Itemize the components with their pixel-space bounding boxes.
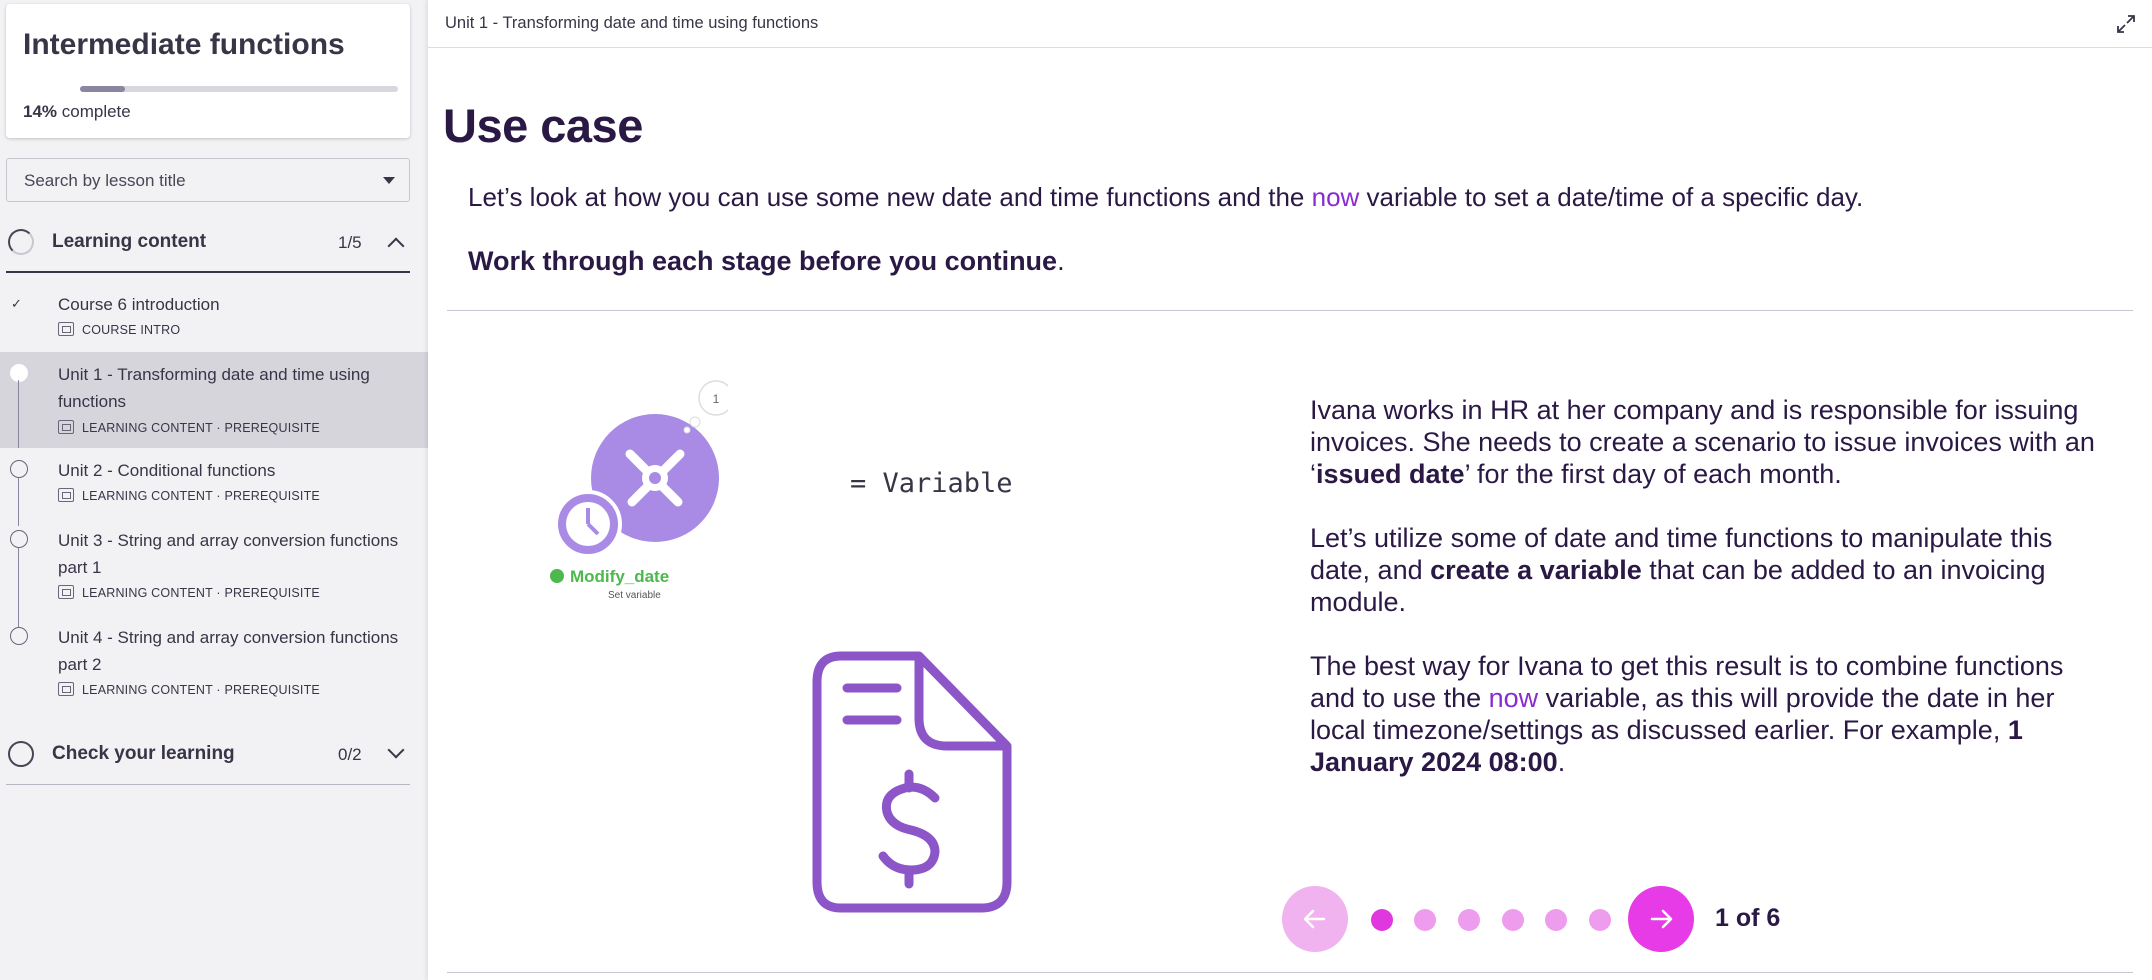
lesson-meta: LEARNING CONTENT · PREREQUISITE: [58, 682, 320, 697]
checkmark-icon: ✓: [11, 296, 22, 311]
course-title: Intermediate functions: [23, 28, 345, 61]
lesson-meta-text: LEARNING CONTENT · PREREQUISITE: [82, 421, 320, 435]
lesson-title: Unit 3 - String and array conversion fun…: [58, 531, 399, 577]
slide-pager: 1 of 6: [1282, 886, 1842, 952]
module-badge: 1: [713, 392, 720, 406]
section-learning-content[interactable]: Learning content 1/5: [6, 216, 410, 268]
code-now: now: [1488, 683, 1539, 713]
module-name: Modify_date: [570, 567, 669, 586]
progress-ring-icon: [8, 229, 34, 255]
page-counter: 1 of 6: [1715, 904, 1781, 932]
instruction-text: Work through each stage before you conti…: [468, 246, 1065, 277]
lesson-meta-text: LEARNING CONTENT · PREREQUISITE: [82, 489, 320, 503]
section-divider: [6, 271, 410, 273]
lesson-item-course-intro[interactable]: ✓ Course 6 introduction COURSE INTRO: [0, 288, 428, 348]
lesson-content-panel: Unit 1 - Transforming date and time usin…: [428, 0, 2152, 980]
intro-text-b: variable to set a date/time of a specifi…: [1359, 182, 1864, 212]
section-check-your-learning[interactable]: Check your learning 0/2: [6, 728, 410, 780]
chevron-up-icon[interactable]: [387, 237, 405, 255]
lesson-meta: LEARNING CONTENT · PREREQUISITE: [58, 420, 320, 435]
arrow-right-icon: [1650, 909, 1673, 929]
progress-suffix: complete: [57, 102, 131, 121]
lesson-title: Unit 2 - Conditional functions: [58, 461, 276, 480]
expand-icon[interactable]: [2116, 14, 2136, 34]
code-now: now: [1311, 182, 1360, 212]
lesson-meta-text: LEARNING CONTENT · PREREQUISITE: [82, 586, 320, 600]
pager-dot[interactable]: [1458, 909, 1480, 931]
progress-text: 14% complete: [23, 102, 131, 122]
paragraph-1: Ivana works in HR at her company and is …: [1310, 394, 2110, 490]
lesson-meta: COURSE INTRO: [58, 322, 180, 337]
p2-bold: create a variable: [1430, 555, 1642, 585]
intro-text-a: Let’s look at how you can use some new d…: [468, 182, 1312, 212]
lesson-status-dot: [10, 627, 28, 645]
lesson-status-dot: [10, 364, 28, 382]
slides-icon: [58, 585, 74, 599]
progress-ring-icon: [8, 741, 34, 767]
p3-text-c: .: [1557, 747, 1566, 777]
lesson-connector: [18, 478, 19, 526]
lesson-meta: LEARNING CONTENT · PREREQUISITE: [58, 585, 320, 600]
previous-slide-button[interactable]: [1282, 886, 1348, 952]
section-count: 1/5: [338, 233, 362, 252]
caret-down-icon: [383, 177, 395, 184]
section-label: Learning content: [52, 231, 207, 252]
course-progress-bar: [80, 86, 398, 92]
chevron-down-icon[interactable]: [387, 741, 405, 759]
arrow-left-icon: [1303, 909, 1326, 929]
lesson-item-unit-3[interactable]: Unit 3 - String and array conversion fun…: [0, 522, 428, 610]
divider: [447, 972, 2133, 973]
document-icon: [58, 322, 74, 336]
divider: [447, 310, 2133, 311]
slides-icon: [58, 682, 74, 696]
lesson-status-dot: [10, 530, 28, 548]
pager-dot[interactable]: [1502, 909, 1524, 931]
breadcrumb: Unit 1 - Transforming date and time usin…: [445, 14, 819, 32]
pager-dot[interactable]: [1589, 909, 1611, 931]
lesson-search-select[interactable]: Search by lesson title: [6, 158, 410, 202]
modify-date-module-icon: 1 Modify_date Set variable: [550, 380, 728, 601]
instruction-bold: Work through each stage before you conti…: [468, 246, 1058, 276]
lesson-status-dot: [10, 460, 28, 478]
section-count: 0/2: [338, 745, 362, 764]
section-label: Check your learning: [52, 743, 235, 764]
lesson-title: Unit 4 - String and array conversion fun…: [58, 628, 399, 674]
course-progress-fill: [80, 86, 125, 92]
instruction-tail: .: [1057, 246, 1065, 276]
progress-percent: 14%: [23, 102, 58, 121]
lesson-meta: LEARNING CONTENT · PREREQUISITE: [58, 488, 320, 503]
page-title: Use case: [443, 99, 643, 152]
slides-icon: [58, 420, 74, 434]
next-slide-button[interactable]: [1628, 886, 1694, 952]
invoice-document-icon: [812, 651, 1012, 913]
lesson-item-unit-4[interactable]: Unit 4 - String and array conversion fun…: [0, 620, 428, 708]
p1-text-c: ’ for the first day of each month.: [1464, 459, 1842, 489]
search-placeholder: Search by lesson title: [24, 171, 186, 190]
lesson-title: Course 6 introduction: [58, 295, 220, 314]
pager-dot[interactable]: [1414, 909, 1436, 931]
lesson-item-unit-1[interactable]: Unit 1 - Transforming date and time usin…: [0, 352, 428, 448]
pager-dot[interactable]: [1545, 909, 1567, 931]
course-card: Intermediate functions 14% complete: [6, 4, 410, 138]
lesson-connector: [18, 380, 19, 448]
pager-dot[interactable]: [1371, 909, 1393, 931]
p1-bold: issued date: [1316, 459, 1465, 489]
slides-icon: [58, 488, 74, 502]
lesson-topbar: Unit 1 - Transforming date and time usin…: [428, 0, 2152, 48]
section-divider: [6, 784, 410, 785]
lesson-title: Unit 1 - Transforming date and time usin…: [58, 365, 370, 411]
variable-label: = Variable: [850, 468, 1013, 499]
lesson-meta-text: LEARNING CONTENT · PREREQUISITE: [82, 683, 320, 697]
lesson-meta-text: COURSE INTRO: [82, 323, 181, 337]
course-sidebar: Intermediate functions 14% complete Sear…: [0, 0, 428, 980]
paragraph-2: Let’s utilize some of date and time func…: [1310, 522, 2110, 618]
intro-text: Let’s look at how you can use some new d…: [468, 182, 1863, 213]
module-subtitle: Set variable: [608, 590, 661, 601]
paragraph-3: The best way for Ivana to get this resul…: [1310, 650, 2110, 778]
lesson-item-unit-2[interactable]: Unit 2 - Conditional functions LEARNING …: [0, 452, 428, 512]
